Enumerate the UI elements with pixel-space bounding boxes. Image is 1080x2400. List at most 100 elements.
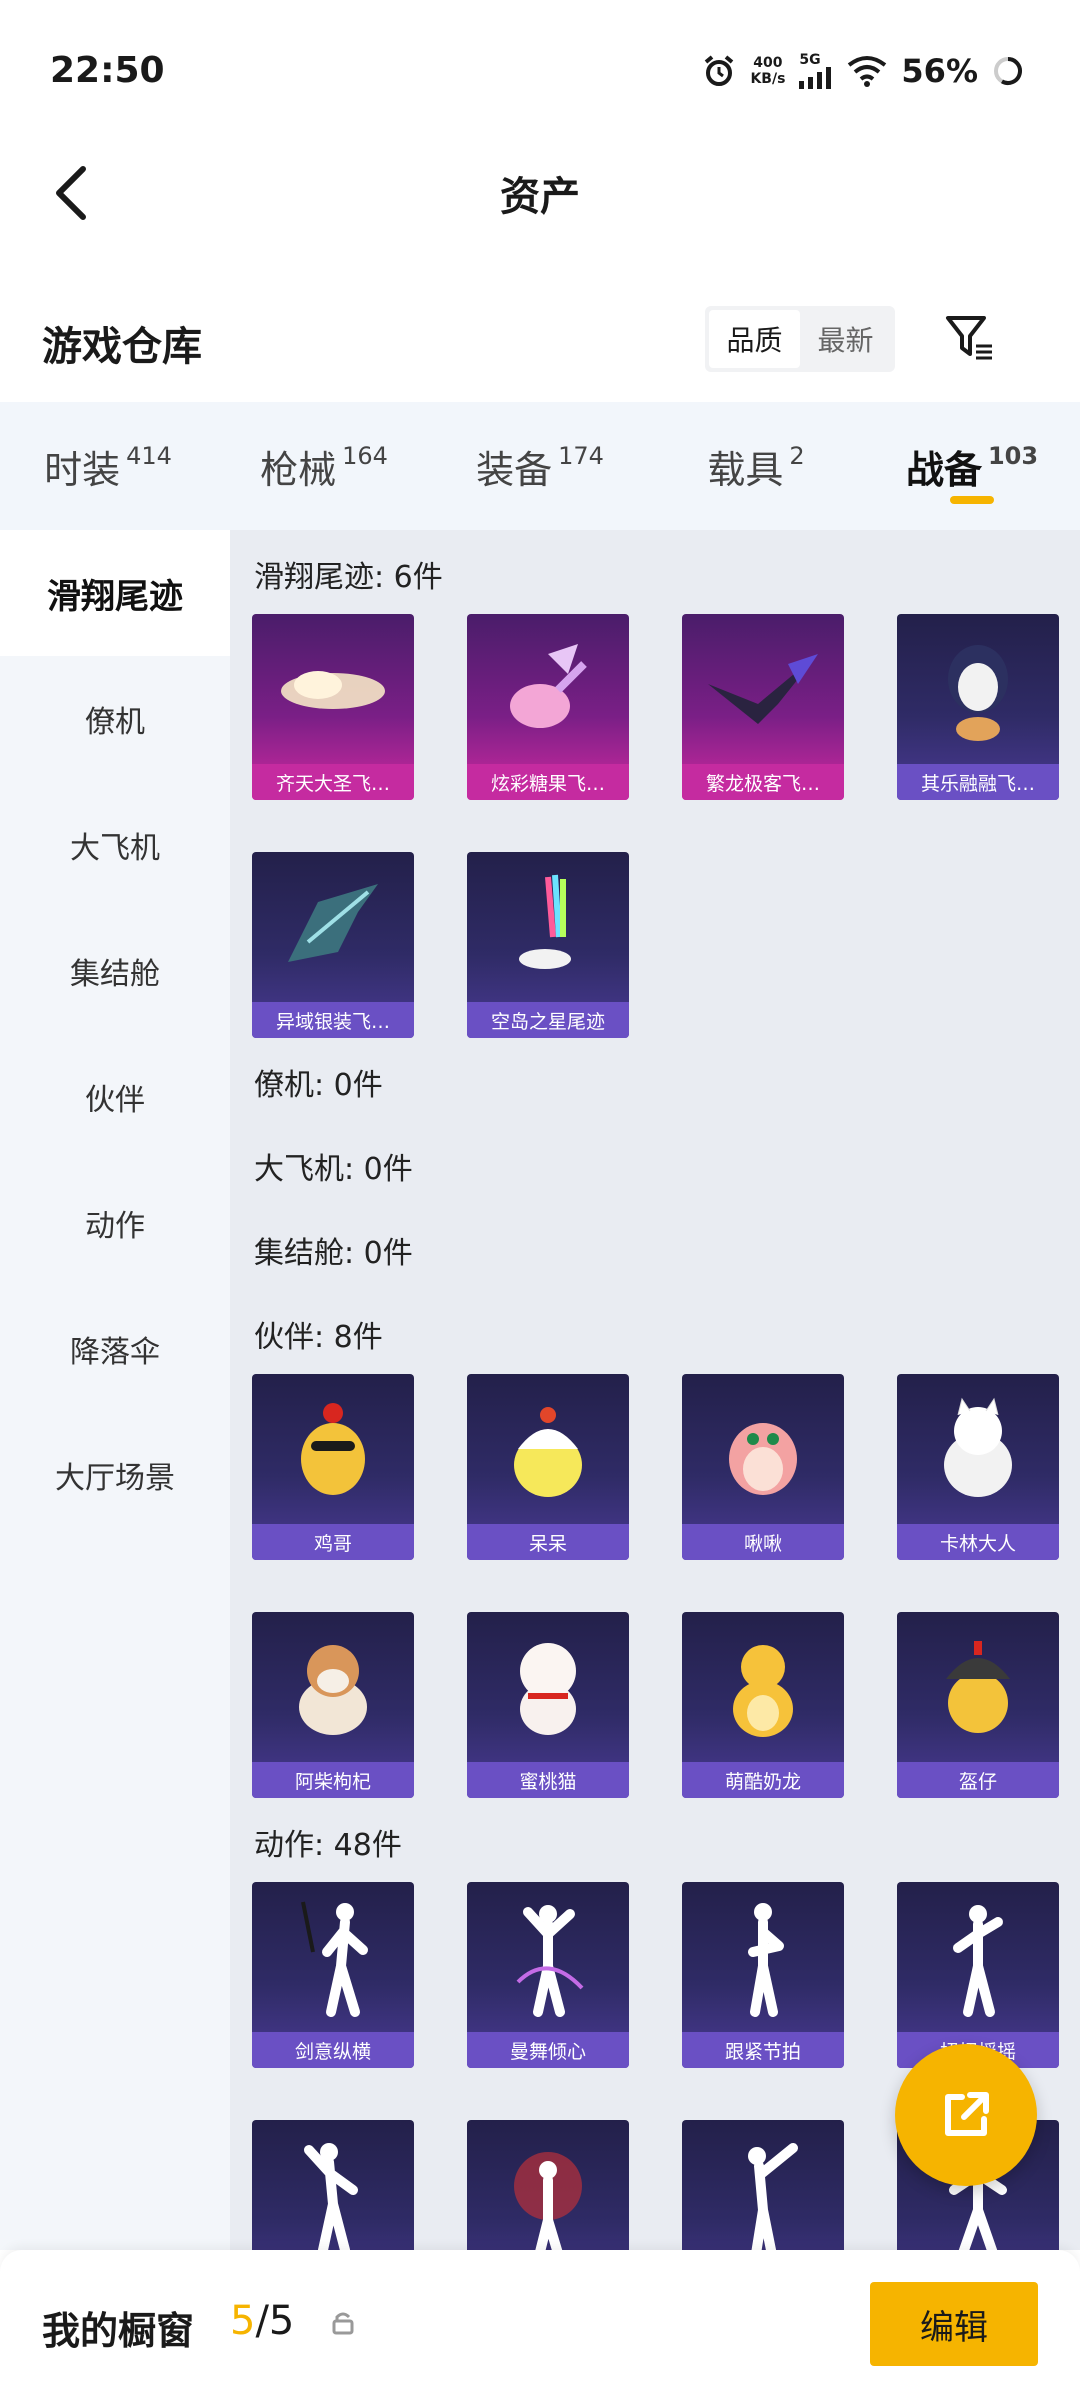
yellow-dragon-partner-icon (682, 1612, 844, 1762)
share-button[interactable] (895, 2044, 1037, 2186)
dance-pose-icon (467, 1882, 629, 2032)
item-card[interactable]: 蜜桃猫 (467, 1612, 629, 1798)
showcase-title: 我的橱窗 (42, 2309, 195, 2353)
tab-fashion[interactable]: 时装 414 (0, 402, 216, 530)
group-title-assembly-pod: 集结舱: 0件 (254, 1236, 413, 1271)
item-card[interactable]: 异域银装飞… (252, 852, 414, 1038)
external-link-icon (945, 2092, 989, 2136)
item-card[interactable]: 空岛之星尾迹 (467, 852, 629, 1038)
warehouse-title: 游戏仓库 (42, 324, 202, 370)
battery-percent: 56% (901, 52, 978, 90)
item-name: 蜜桃猫 (467, 1762, 629, 1798)
item-card[interactable]: 炫彩糖果飞… (467, 614, 629, 800)
shiba-partner-icon (252, 1612, 414, 1762)
item-card[interactable]: 曼舞倾心 (467, 1882, 629, 2068)
tab-equipment[interactable]: 装备 174 (432, 402, 648, 530)
dance-pose-icon (682, 1882, 844, 2032)
item-card[interactable]: 跟紧节拍 (682, 1882, 844, 2068)
sidebar-item-parachute[interactable]: 降落伞 (0, 1286, 230, 1412)
item-name: 剑意纵横 (252, 2032, 414, 2068)
sidebar-item-assembly-pod[interactable]: 集结舱 (0, 908, 230, 1034)
group-title-wingman: 僚机: 0件 (254, 1068, 383, 1103)
item-name: 啾啾 (682, 1524, 844, 1560)
item-name: 空岛之星尾迹 (467, 1002, 629, 1038)
item-card[interactable]: 阿柴枸杞 (252, 1612, 414, 1798)
item-card[interactable]: 繁龙极客飞… (682, 614, 844, 800)
item-card[interactable]: 卡林大人 (897, 1374, 1059, 1560)
sort-toggle: 品质 最新 (705, 306, 895, 372)
dance-pose-icon (252, 1882, 414, 2032)
group-title-partner: 伙伴: 8件 (254, 1320, 383, 1355)
net-speed: 400 KB/s (750, 55, 786, 87)
edit-button[interactable]: 编辑 (870, 2282, 1038, 2366)
group-title-big-plane: 大飞机: 0件 (254, 1152, 413, 1187)
item-name: 其乐融融飞… (897, 764, 1059, 800)
sidebar-item-wingman[interactable]: 僚机 (0, 656, 230, 782)
sidebar-item-glide-trail[interactable]: 滑翔尾迹 (0, 530, 230, 656)
sort-newest-button[interactable]: 最新 (800, 310, 891, 368)
item-name: 阿柴枸杞 (252, 1762, 414, 1798)
item-card[interactable]: 齐天大圣飞… (252, 614, 414, 800)
white-cat-partner-icon (897, 1374, 1059, 1524)
dragon-wing-trail-icon (682, 614, 844, 764)
item-name: 异域银装飞… (252, 1002, 414, 1038)
signal-bars-icon (799, 67, 832, 89)
sidebar-item-action[interactable]: 动作 (0, 1160, 230, 1286)
sidebar-item-big-plane[interactable]: 大飞机 (0, 782, 230, 908)
item-card[interactable]: 剑意纵横 (252, 1882, 414, 2068)
item-card[interactable] (252, 2120, 414, 2250)
item-name: 盔仔 (897, 1762, 1059, 1798)
item-card[interactable] (467, 2120, 629, 2250)
tab-battle-gear[interactable]: 战备 103 (864, 402, 1080, 530)
item-name: 萌酷奶龙 (682, 1762, 844, 1798)
cloud-trail-icon (252, 614, 414, 764)
filter-icon (946, 316, 992, 360)
sidebar-item-lobby-scene[interactable]: 大厅场景 (0, 1412, 230, 1538)
sort-quality-button[interactable]: 品质 (709, 310, 800, 368)
dance-pose-icon (467, 2120, 629, 2250)
tab-weapons[interactable]: 枪械 164 (216, 402, 432, 530)
item-name: 跟紧节拍 (682, 2032, 844, 2068)
warehouse-header: 游戏仓库 品质 最新 (0, 290, 1080, 390)
candy-trail-icon (467, 614, 629, 764)
subcategory-sidebar: 滑翔尾迹 僚机 大飞机 集结舱 伙伴 动作 降落伞 大厅场景 (0, 530, 230, 2250)
item-card[interactable]: 萌酷奶龙 (682, 1612, 844, 1798)
status-icons: 400 KB/s 5G 56% (702, 52, 1024, 90)
item-card[interactable]: 呆呆 (467, 1374, 629, 1560)
sidebar-item-partner[interactable]: 伙伴 (0, 1034, 230, 1160)
filter-button[interactable] (940, 308, 1000, 368)
chicken-partner-icon (252, 1374, 414, 1524)
pink-bird-partner-icon (682, 1374, 844, 1524)
status-bar: 22:50 400 KB/s 5G 56% (0, 0, 1080, 140)
egg-chick-partner-icon (467, 1374, 629, 1524)
dance-pose-icon (252, 2120, 414, 2250)
cell-signal: 5G (799, 53, 833, 89)
page-title: 资产 (500, 174, 580, 220)
showcase-bar: 我的橱窗 5/5 编辑 (0, 2250, 1080, 2400)
penguin-trail-icon (897, 614, 1059, 764)
category-tabs: 时装 414 枪械 164 装备 174 载具 2 战备 103 (0, 402, 1080, 530)
item-name: 繁龙极客飞… (682, 764, 844, 800)
item-card[interactable]: 盔仔 (897, 1612, 1059, 1798)
item-card[interactable] (682, 2120, 844, 2250)
item-card[interactable]: 其乐融融飞… (897, 614, 1059, 800)
dance-pose-icon (897, 1882, 1059, 2032)
item-card[interactable]: 扭扭摇摇 (897, 1882, 1059, 2068)
dance-pose-icon (682, 2120, 844, 2250)
battery-ring-icon (994, 57, 1022, 85)
item-card[interactable]: 鸡哥 (252, 1374, 414, 1560)
nav-bar: 资产 (0, 140, 1080, 250)
item-name: 曼舞倾心 (467, 2032, 629, 2068)
item-name: 卡林大人 (897, 1524, 1059, 1560)
item-name: 鸡哥 (252, 1524, 414, 1560)
tab-vehicles[interactable]: 载具 2 (648, 402, 864, 530)
item-content: 滑翔尾迹: 6件 齐天大圣飞… 炫彩糖果飞… 繁龙极客飞… 其乐融融飞… 异域银… (230, 530, 1080, 2250)
group-title-action: 动作: 48件 (254, 1828, 402, 1863)
peach-cat-partner-icon (467, 1612, 629, 1762)
item-name: 齐天大圣飞… (252, 764, 414, 800)
group-title-glide-trail: 滑翔尾迹: 6件 (254, 560, 443, 595)
item-card[interactable]: 啾啾 (682, 1374, 844, 1560)
lock-icon (332, 2312, 354, 2335)
rainbow-trail-icon (467, 852, 629, 1002)
wifi-icon (848, 56, 887, 87)
